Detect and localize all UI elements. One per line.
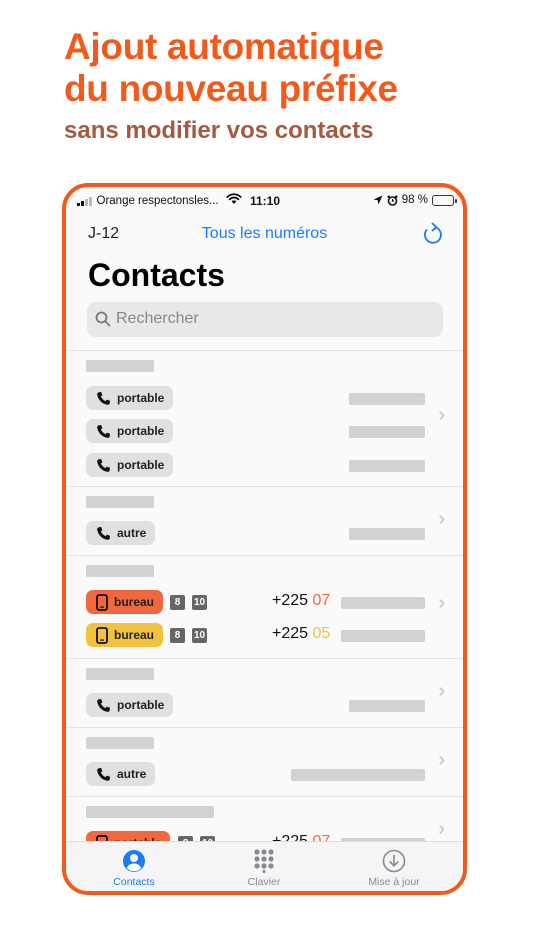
- chevron-right-icon: ›: [438, 592, 445, 614]
- chevron-right-icon: ›: [438, 404, 445, 426]
- contact-name-redacted: [86, 806, 214, 818]
- phone-number-redacted: [349, 393, 425, 405]
- number-new-digits: 05: [312, 625, 331, 642]
- phone-number-redacted: [349, 426, 425, 438]
- chevron-right-icon: ›: [438, 508, 445, 530]
- signal-icon: [77, 196, 92, 206]
- search-icon: [95, 311, 111, 327]
- phone-label: portable: [117, 458, 165, 472]
- headline-line-1: Ajout automatique: [64, 26, 384, 67]
- person-circle-icon: [123, 850, 145, 872]
- refresh-icon[interactable]: [421, 221, 445, 247]
- phone-icon: [97, 458, 110, 472]
- phone-row: bureau 8 10 +225 07: [86, 590, 425, 614]
- phone-icon: [97, 526, 110, 540]
- status-time: 11:10: [250, 194, 281, 208]
- prefix-badge: 8: [170, 595, 185, 610]
- location-arrow-icon: [373, 195, 383, 205]
- keypad-icon: [254, 849, 274, 873]
- prefix-badge: 8: [170, 628, 185, 643]
- contacts-list: portable portable portable › autre › bur…: [66, 350, 463, 865]
- phone-icon: [97, 698, 110, 712]
- prefix-badge: 10: [192, 628, 207, 643]
- phone-label-pill: portable: [86, 419, 174, 443]
- status-bar: Orange respectonsles... 11:10 98 %: [66, 187, 463, 215]
- number-prefix: +225: [272, 592, 309, 609]
- phone-icon: [97, 391, 110, 405]
- phone-label-pill: portable: [86, 693, 174, 717]
- chevron-right-icon: ›: [438, 818, 445, 840]
- mobile-phone-icon: [96, 593, 108, 611]
- contact-row[interactable]: bureau 8 10 +225 07 bureau 8 10 +225 05 …: [66, 555, 463, 658]
- tab-mise-a-jour[interactable]: Mise à jour: [344, 848, 444, 888]
- search-input[interactable]: Rechercher: [87, 302, 443, 337]
- headline-line-2: du nouveau préfixe: [64, 68, 398, 109]
- phone-row: portable: [86, 453, 425, 477]
- phone-label-pill: bureau: [86, 623, 164, 647]
- phone-label: portable: [117, 424, 165, 438]
- alarm-icon: [387, 195, 398, 206]
- phone-label-pill: bureau: [86, 590, 164, 614]
- phone-number: +225 07: [272, 592, 330, 610]
- phone-icon: [97, 424, 110, 438]
- phone-number: +225 05: [272, 625, 330, 643]
- chevron-right-icon: ›: [438, 749, 445, 771]
- contact-name-redacted: [86, 737, 154, 749]
- phone-number-redacted: [349, 460, 425, 472]
- nav-bar: J-12 Tous les numéros: [66, 221, 463, 247]
- headline-subtitle: sans modifier vos contacts: [64, 117, 374, 144]
- phone-label-pill: autre: [86, 521, 156, 545]
- tab-clavier[interactable]: Clavier: [214, 848, 314, 888]
- phone-number-redacted: [349, 528, 425, 540]
- phone-label: bureau: [114, 595, 155, 609]
- phone-row: portable: [86, 386, 425, 410]
- tab-bar: Contacts Clavier Mise à jour: [66, 841, 463, 891]
- phone-label: autre: [117, 767, 147, 781]
- download-circle-icon: [382, 849, 406, 873]
- phone-label: bureau: [114, 628, 155, 642]
- wifi-icon: [226, 193, 242, 204]
- phone-row: portable: [86, 419, 425, 443]
- contact-name-redacted: [86, 668, 154, 680]
- contact-row[interactable]: portable ›: [66, 658, 463, 727]
- phone-label: portable: [117, 391, 165, 405]
- carrier-name: Orange respectonsles...: [96, 195, 219, 207]
- phone-row: autre: [86, 762, 425, 786]
- headline: Ajout automatique du nouveau préfixe: [64, 26, 398, 110]
- phone-number-redacted: [291, 769, 425, 781]
- page-title: Contacts: [88, 257, 225, 293]
- phone-number-redacted: [341, 597, 425, 609]
- battery-icon: [432, 194, 457, 206]
- tab-label: Clavier: [247, 876, 281, 888]
- contact-row[interactable]: autre ›: [66, 727, 463, 796]
- phone-icon: [97, 767, 110, 781]
- search-placeholder: Rechercher: [116, 310, 199, 327]
- contact-name-redacted: [86, 496, 154, 508]
- prefix-badge: 10: [192, 595, 207, 610]
- mobile-phone-icon: [96, 626, 108, 644]
- tab-label: Mise à jour: [368, 876, 420, 888]
- contact-name-redacted: [86, 360, 154, 372]
- all-numbers-link[interactable]: Tous les numéros: [66, 225, 463, 243]
- chevron-right-icon: ›: [438, 680, 445, 702]
- phone-label-pill: portable: [86, 453, 174, 477]
- phone-label-pill: autre: [86, 762, 156, 786]
- phone-number-redacted: [349, 700, 425, 712]
- phone-number-redacted: [341, 630, 425, 642]
- phone-row: autre: [86, 521, 425, 545]
- contact-name-redacted: [86, 565, 154, 577]
- phone-label: portable: [117, 698, 165, 712]
- number-new-digits: 07: [312, 592, 331, 609]
- phone-label: autre: [117, 526, 147, 540]
- phone-row: portable: [86, 693, 425, 717]
- battery-percent: 98 %: [401, 194, 428, 206]
- phone-frame: Orange respectonsles... 11:10 98 % J-12 …: [62, 183, 467, 895]
- number-prefix: +225: [272, 625, 309, 642]
- contact-row[interactable]: portable portable portable ›: [66, 350, 463, 486]
- contact-row[interactable]: autre ›: [66, 486, 463, 555]
- tab-label: Contacts: [113, 876, 155, 888]
- phone-row: bureau 8 10 +225 05: [86, 623, 425, 647]
- phone-label-pill: portable: [86, 386, 174, 410]
- tab-contacts[interactable]: Contacts: [84, 848, 184, 888]
